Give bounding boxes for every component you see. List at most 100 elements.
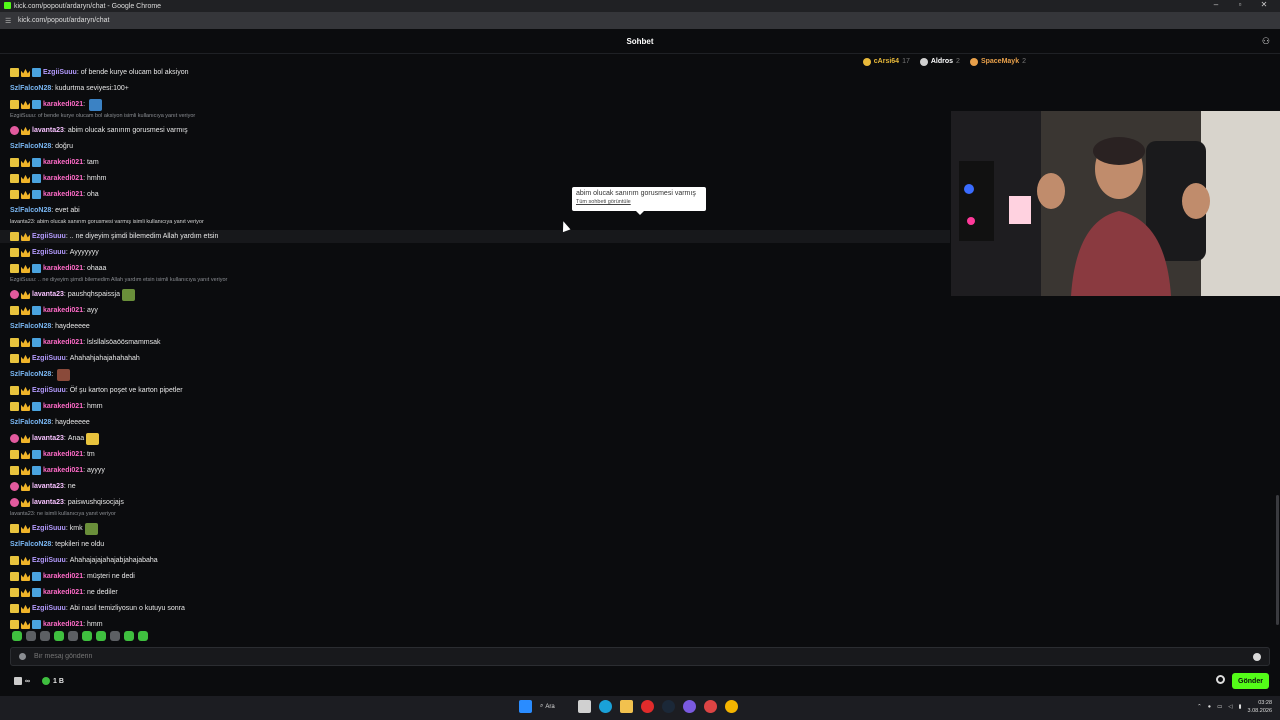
chat-message[interactable]: EzgiiSuuu: .. ne diyeyim şimdi bilemedim… bbox=[0, 230, 950, 243]
subscriber-badge-icon[interactable] bbox=[10, 386, 19, 395]
crown-badge-icon[interactable] bbox=[21, 604, 30, 613]
crown-badge-icon[interactable] bbox=[21, 386, 30, 395]
chat-message[interactable]: SzlFalcoN28: kudurtma seviyesi:100+ bbox=[10, 82, 129, 95]
subscriber-badge-icon[interactable] bbox=[10, 466, 19, 475]
moderator-badge-icon[interactable] bbox=[32, 190, 41, 199]
subscriber-badge-icon[interactable] bbox=[10, 100, 19, 109]
reply-context[interactable]: lavanta23: ne isimli kullanıcıya yanıt v… bbox=[10, 511, 116, 517]
crown-badge-icon[interactable] bbox=[21, 572, 30, 581]
moderator-badge-icon[interactable] bbox=[32, 68, 41, 77]
task-view-icon[interactable] bbox=[578, 700, 591, 713]
chat-username[interactable]: SzlFalcoN28 bbox=[10, 371, 51, 378]
subscriber-badge-icon[interactable] bbox=[10, 248, 19, 257]
chat-username[interactable]: SzlFalcoN28 bbox=[10, 207, 51, 214]
crown-badge-icon[interactable] bbox=[21, 620, 30, 629]
chat-message[interactable]: lavanta23: ne bbox=[10, 480, 76, 493]
chat-message[interactable]: karakedi021: bbox=[10, 98, 102, 111]
crown-badge-icon[interactable] bbox=[21, 68, 30, 77]
tray-chevron-icon[interactable]: ⌃ bbox=[1197, 704, 1202, 710]
crown-badge-icon[interactable] bbox=[21, 588, 30, 597]
crown-badge-icon[interactable] bbox=[21, 190, 30, 199]
moderator-badge-icon[interactable] bbox=[32, 572, 41, 581]
chat-username[interactable]: EzgiiSuuu bbox=[32, 557, 66, 564]
subscriber-badge-icon[interactable] bbox=[10, 450, 19, 459]
crown-badge-icon[interactable] bbox=[21, 338, 30, 347]
emote-icon[interactable] bbox=[124, 631, 134, 641]
chat-message[interactable]: karakedi021: ne dediler bbox=[10, 586, 118, 599]
chat-username[interactable]: karakedi021 bbox=[43, 101, 83, 108]
gifter-item[interactable]: SpaceMayk 2 bbox=[969, 57, 1026, 66]
chat-username[interactable]: karakedi021 bbox=[43, 175, 83, 182]
chat-username[interactable]: karakedi021 bbox=[43, 467, 83, 474]
chat-username[interactable]: lavanta23 bbox=[32, 483, 64, 490]
chat-message[interactable]: karakedi021: hmm bbox=[10, 618, 103, 631]
chat-username[interactable]: EzgiiSuuu bbox=[32, 249, 66, 256]
reply-context[interactable]: EzgiiSuuu: of bende kurye olucam bol aks… bbox=[10, 113, 195, 119]
chat-message[interactable]: EzgiiSuuu: Abi nasıl temizliyosun o kutu… bbox=[10, 602, 185, 615]
app-icon[interactable] bbox=[704, 700, 717, 713]
volume-icon[interactable]: ◁ bbox=[1228, 704, 1232, 710]
users-icon[interactable]: ⚇ bbox=[1262, 36, 1270, 47]
points-indicator[interactable]: 1 B bbox=[42, 677, 64, 685]
discord-icon[interactable] bbox=[683, 700, 696, 713]
subscriber-badge-icon[interactable] bbox=[10, 402, 19, 411]
chat-username[interactable]: karakedi021 bbox=[43, 573, 83, 580]
crown-badge-icon[interactable] bbox=[21, 556, 30, 565]
chat-message[interactable]: karakedi021: müşteri ne dedi bbox=[10, 570, 135, 583]
crown-badge-icon[interactable] bbox=[21, 248, 30, 257]
chrome-icon[interactable] bbox=[725, 700, 738, 713]
moderator-badge-icon[interactable] bbox=[32, 158, 41, 167]
chat-emote-icon[interactable] bbox=[88, 98, 102, 111]
chat-username[interactable]: karakedi021 bbox=[43, 589, 83, 596]
crown-badge-icon[interactable] bbox=[21, 306, 30, 315]
chat-message[interactable]: lavanta23: Anaa bbox=[10, 432, 100, 445]
moderator-badge-icon[interactable] bbox=[32, 306, 41, 315]
subscriber-badge-icon[interactable] bbox=[10, 604, 19, 613]
subscriber-badge-icon[interactable] bbox=[10, 306, 19, 315]
chat-message[interactable]: lavanta23: paushqhspaissja bbox=[10, 288, 135, 301]
emote-icon[interactable] bbox=[68, 631, 78, 641]
chat-message[interactable]: SzlFalcoN28: bbox=[10, 368, 71, 381]
subscriber-badge-icon[interactable] bbox=[10, 620, 19, 629]
chat-scrollbar[interactable] bbox=[1276, 495, 1279, 625]
crown-badge-icon[interactable] bbox=[21, 450, 30, 459]
chat-message[interactable]: karakedi021: ayyyy bbox=[10, 464, 105, 477]
taskbar-search[interactable]: ⌕ Ara bbox=[540, 703, 570, 710]
clock[interactable]: 03:28 3.08.2026 bbox=[1248, 699, 1272, 715]
chat-message[interactable]: SzlFalcoN28: haydeeeee bbox=[10, 320, 90, 333]
chat-username[interactable]: SzlFalcoN28 bbox=[10, 541, 51, 548]
chat-username[interactable]: EzgiiSuuu bbox=[32, 355, 66, 362]
chat-username[interactable]: EzgiiSuuu bbox=[32, 233, 66, 240]
moderator-badge-icon[interactable] bbox=[32, 620, 41, 629]
moderator-badge-icon[interactable] bbox=[32, 466, 41, 475]
founder-badge-icon[interactable] bbox=[10, 434, 19, 443]
founder-badge-icon[interactable] bbox=[10, 498, 19, 507]
chat-username[interactable]: karakedi021 bbox=[43, 159, 83, 166]
reply-context[interactable]: EzgiiSuuu: .. ne diyeyim şimdi bilemedim… bbox=[10, 277, 227, 283]
crown-badge-icon[interactable] bbox=[21, 524, 30, 533]
url-text[interactable]: kick.com/popout/ardaryn/chat bbox=[18, 17, 109, 24]
crown-badge-icon[interactable] bbox=[21, 354, 30, 363]
chat-username[interactable]: lavanta23 bbox=[32, 127, 64, 134]
minimize-button[interactable]: – bbox=[1204, 0, 1228, 9]
moderator-badge-icon[interactable] bbox=[32, 402, 41, 411]
emote-icon[interactable] bbox=[96, 631, 106, 641]
subscriber-badge-icon[interactable] bbox=[10, 588, 19, 597]
moderator-badge-icon[interactable] bbox=[32, 264, 41, 273]
subscriber-badge-icon[interactable] bbox=[10, 524, 19, 533]
moderator-badge-icon[interactable] bbox=[32, 450, 41, 459]
emote-icon[interactable] bbox=[12, 631, 22, 641]
reply-context[interactable]: lavanta23: abim olucak sanırım gorusmesi… bbox=[10, 219, 204, 225]
site-info-icon[interactable]: ☰ bbox=[5, 17, 15, 25]
subscriber-badge-icon[interactable] bbox=[10, 354, 19, 363]
chat-message[interactable]: SzlFalcoN28: doğru bbox=[10, 140, 73, 153]
battery-icon[interactable]: ▮ bbox=[1239, 704, 1242, 710]
chat-message[interactable]: EzgiiSuuu: Ayyyyyyy bbox=[10, 246, 99, 259]
chat-username[interactable]: karakedi021 bbox=[43, 621, 83, 628]
moderator-badge-icon[interactable] bbox=[32, 100, 41, 109]
network-icon[interactable]: ▭ bbox=[1217, 704, 1222, 710]
chat-emote-icon[interactable] bbox=[57, 368, 71, 381]
emote-icon[interactable] bbox=[110, 631, 120, 641]
crown-badge-icon[interactable] bbox=[21, 402, 30, 411]
chat-username[interactable]: SzlFalcoN28 bbox=[10, 419, 51, 426]
